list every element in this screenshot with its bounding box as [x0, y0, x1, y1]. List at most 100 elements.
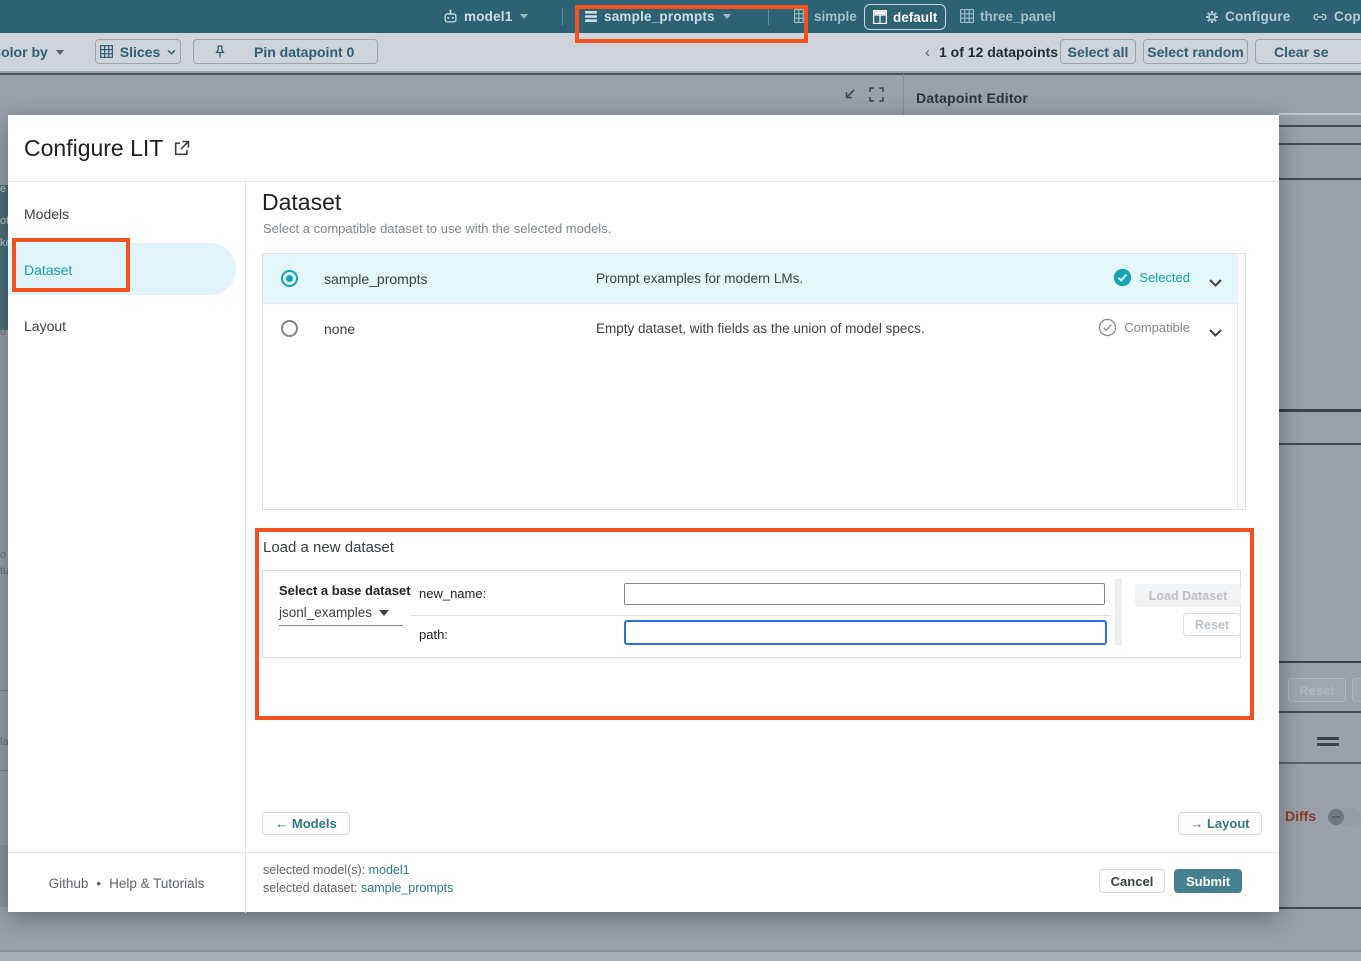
github-link[interactable]: Github	[49, 876, 89, 891]
divider	[1279, 661, 1361, 663]
check-circle-outline-icon	[1098, 318, 1117, 337]
tab-label: simple	[814, 9, 857, 24]
select-random-button[interactable]: Select random	[1143, 39, 1248, 64]
tab-layout-default[interactable]: default	[864, 4, 946, 30]
status-badge: Selected	[1139, 270, 1190, 285]
maximize-panel-icon[interactable]	[869, 87, 884, 107]
submit-button[interactable]: Submit	[1174, 869, 1242, 893]
radio-unselected-icon[interactable]	[281, 320, 298, 337]
chevron-down-icon	[56, 50, 64, 55]
dataset-description: Empty dataset, with fields as the union …	[596, 321, 925, 336]
scrollbar[interactable]	[1237, 254, 1245, 509]
page-title: Dataset	[262, 189, 341, 216]
divider	[768, 8, 769, 25]
chevron-down-icon	[520, 14, 528, 19]
top-app-bar: model1 sample_prompts simple default	[0, 0, 1361, 33]
next-to-layout-button[interactable]: → Layout	[1178, 812, 1262, 835]
tab-layout-three-panel[interactable]: three_panel	[952, 4, 1064, 28]
dataset-description: Prompt examples for modern LMs.	[596, 271, 803, 286]
model-selector[interactable]: model1	[443, 0, 528, 33]
split-layout-icon	[873, 10, 887, 24]
diffs-toggle[interactable]	[1327, 808, 1361, 826]
dataset-row-sample-prompts[interactable]: sample_prompts Prompt examples for moder…	[263, 254, 1238, 303]
selected-model-line: selected model(s): model1	[263, 863, 410, 877]
pin-icon	[214, 45, 226, 59]
color-by-label: Color by	[0, 44, 48, 60]
edge-fragment: e	[0, 183, 6, 195]
select-all-button[interactable]: Select all	[1060, 39, 1136, 64]
tab-label: default	[893, 10, 937, 25]
path-input[interactable]	[624, 620, 1107, 645]
dialog-nav-models[interactable]: Models	[24, 206, 69, 222]
reset-form-button[interactable]: Reset	[1183, 613, 1241, 636]
divider	[245, 181, 246, 912]
dataset-selector[interactable]: sample_prompts	[584, 0, 731, 33]
toggle-dash	[1332, 816, 1340, 818]
slices-button[interactable]: Slices	[95, 39, 181, 64]
dialog-nav-dataset[interactable]: Dataset	[24, 262, 72, 278]
divider	[1115, 579, 1122, 645]
clear-selection-button[interactable]: Clear se	[1255, 39, 1361, 64]
selected-dataset-link[interactable]: sample_prompts	[361, 881, 453, 895]
external-link-icon[interactable]	[173, 140, 190, 157]
tab-label: three_panel	[980, 9, 1056, 24]
dataset-icon	[584, 10, 598, 23]
model-icon	[443, 9, 458, 24]
load-dataset-button[interactable]: Load Dataset	[1135, 584, 1241, 607]
copy-label: Copy	[1334, 9, 1361, 24]
selected-model-link[interactable]: model1	[369, 863, 410, 877]
previous-datapoint-icon[interactable]: ‹	[925, 44, 930, 61]
radio-selected-icon[interactable]	[281, 270, 298, 287]
expand-row-icon[interactable]	[1209, 324, 1222, 342]
divider	[1279, 907, 1361, 909]
dialog-title: Configure LIT	[24, 135, 163, 162]
datapoint-editor-panel-title: Datapoint Editor	[916, 90, 1028, 106]
model-selector-label: model1	[464, 9, 512, 24]
divider	[1279, 409, 1361, 412]
selected-dataset-label: selected dataset:	[263, 881, 358, 895]
configure-button[interactable]: Configure	[1205, 0, 1291, 33]
link-icon	[1312, 10, 1328, 24]
edge-fragment: ot	[0, 215, 8, 227]
dataset-name: none	[324, 321, 355, 337]
dialog-footer: Github • Help & Tutorials selected model…	[8, 852, 1279, 912]
clipped-footer-block	[0, 845, 8, 907]
divider	[1279, 113, 1361, 115]
configure-label: Configure	[1225, 9, 1291, 24]
new-name-input[interactable]	[624, 583, 1105, 605]
help-tutorials-link[interactable]: Help & Tutorials	[109, 876, 204, 891]
divider	[245, 853, 246, 913]
grid-layout-icon	[794, 9, 808, 23]
base-dataset-label: Select a base dataset	[279, 583, 411, 598]
grid-layout-icon	[960, 9, 974, 23]
dialog-nav-layout[interactable]: Layout	[24, 318, 66, 334]
selection-toolbar: Color by Slices Pin datapoint 0 ‹ 1 of 1…	[0, 33, 1361, 71]
divider	[1279, 143, 1361, 145]
drag-handle-icon[interactable]	[1317, 737, 1339, 740]
path-label: path:	[419, 627, 448, 642]
copy-link-button[interactable]: Copy	[1312, 0, 1361, 33]
clipped-sidebar-block	[0, 185, 8, 330]
divider	[411, 615, 1111, 616]
pagination-label: 1 of 12 datapoints	[939, 44, 1058, 60]
lit-app: Datapoint Editor Reset Diffs e ot ke o o…	[0, 0, 1361, 961]
dataset-row-none[interactable]: none Empty dataset, with fields as the u…	[263, 303, 1238, 352]
expand-row-icon[interactable]	[1209, 274, 1222, 292]
base-dataset-select[interactable]: jsonl_examples	[279, 605, 403, 626]
pin-datapoint-button[interactable]: Pin datapoint 0	[193, 39, 378, 64]
divider	[8, 181, 1279, 182]
edge-fragment: o	[0, 549, 6, 561]
minimize-panel-icon[interactable]	[842, 87, 857, 107]
load-dataset-form: Select a base dataset jsonl_examples new…	[262, 570, 1241, 658]
edge-fragment: tu	[0, 565, 8, 577]
status-bar	[0, 952, 1361, 961]
drag-handle-icon[interactable]	[1317, 743, 1339, 746]
color-by-dropdown[interactable]: Color by	[0, 33, 64, 71]
tab-layout-simple[interactable]: simple	[786, 4, 865, 28]
cancel-button[interactable]: Cancel	[1099, 869, 1165, 893]
footer-separator: •	[96, 876, 101, 891]
background-reset-button[interactable]: Reset	[1288, 678, 1346, 702]
divider	[0, 690, 8, 691]
back-to-models-button[interactable]: ← Models	[262, 812, 350, 835]
background-partial-button[interactable]	[1352, 678, 1361, 702]
